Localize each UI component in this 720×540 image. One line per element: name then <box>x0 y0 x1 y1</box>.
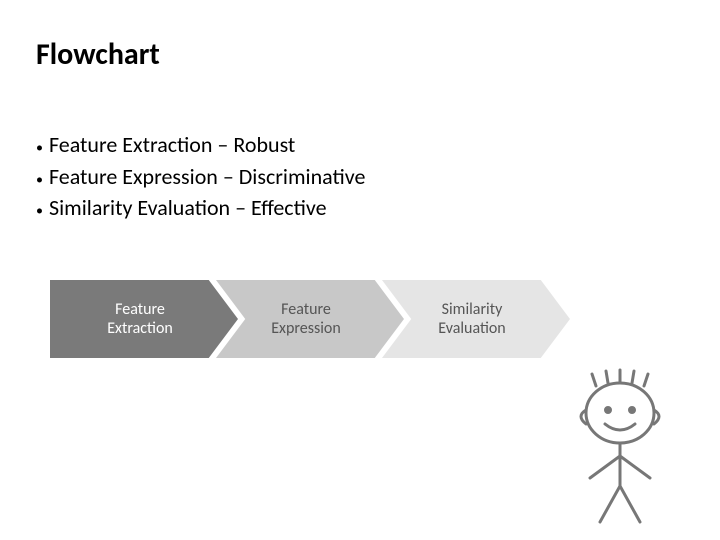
bullet-item: • Feature Extraction – Robust <box>36 130 365 162</box>
flow-step-label: FeatureExpression <box>216 280 404 358</box>
bullet-item: • Feature Expression – Discriminative <box>36 162 365 194</box>
bullet-dot-icon: • <box>36 135 43 162</box>
flow-step-feature-extraction: FeatureExtraction <box>50 280 238 358</box>
flow-step-feature-expression: FeatureExpression <box>216 280 404 358</box>
bullet-dot-icon: • <box>36 167 43 194</box>
bullet-text: Feature Extraction – Robust <box>49 130 295 160</box>
bullet-text: Feature Expression – Discriminative <box>49 162 365 192</box>
page-title: Flowchart <box>36 36 160 73</box>
flow-step-similarity-evaluation: SimilarityEvaluation <box>382 280 570 358</box>
bullet-dot-icon: • <box>36 198 43 225</box>
stick-figure-icon <box>560 368 680 528</box>
bullet-text: Similarity Evaluation – Effective <box>49 193 327 223</box>
bullet-item: • Similarity Evaluation – Effective <box>36 193 365 225</box>
flowchart: FeatureExtraction FeatureExpression Simi… <box>50 280 570 358</box>
bullet-list: • Feature Extraction – Robust • Feature … <box>36 130 365 225</box>
flow-step-label: SimilarityEvaluation <box>382 280 570 358</box>
flow-step-label: FeatureExtraction <box>50 280 238 358</box>
